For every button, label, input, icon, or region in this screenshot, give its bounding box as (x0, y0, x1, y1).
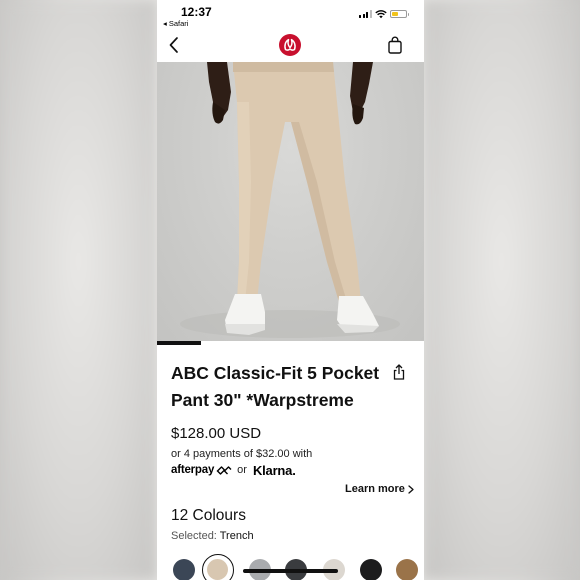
colour-swatch-brown[interactable] (396, 559, 418, 580)
or-text: or (237, 464, 247, 476)
background-blur-right (423, 0, 580, 580)
product-image[interactable] (157, 62, 424, 342)
wifi-icon (375, 10, 387, 19)
share-icon[interactable] (392, 364, 406, 380)
carousel-progress (157, 341, 424, 345)
afterpay-label: afterpay (171, 464, 215, 476)
chevron-right-icon (408, 484, 414, 494)
phone-screen: 12:37 ◂ Safari ABC Classic-Fit 5 Pocket … (157, 0, 424, 580)
learn-more-link[interactable]: Learn more (345, 483, 414, 495)
status-bar: 12:37 ◂ Safari (157, 0, 424, 30)
colour-swatch-black[interactable] (360, 559, 382, 580)
afterpay-arrows-icon (216, 465, 232, 475)
status-time: 12:37 (181, 5, 212, 19)
swatch-scroll-indicator (243, 569, 338, 573)
payment-options: afterpay or Klarna. (171, 462, 296, 478)
colour-swatches (157, 554, 424, 580)
colours-heading: 12 Colours (171, 507, 246, 524)
cellular-signal-icon (359, 10, 372, 18)
background-blur-left (0, 0, 157, 580)
chevron-left-icon[interactable] (167, 35, 181, 55)
afterpay-logo[interactable]: afterpay (171, 464, 232, 476)
battery-icon (390, 10, 409, 18)
learn-more-label: Learn more (345, 483, 405, 495)
selected-swatch-fill (207, 559, 228, 580)
lululemon-logo-icon[interactable] (279, 34, 301, 56)
back-to-safari-link[interactable]: ◂ Safari (163, 19, 188, 28)
installments-text: or 4 payments of $32.00 with (171, 448, 313, 460)
product-title: ABC Classic-Fit 5 Pocket Pant 30" *Warps… (171, 363, 380, 410)
selected-colour-value: Trench (219, 530, 254, 542)
klarna-logo[interactable]: Klarna. (253, 463, 296, 478)
nav-bar (157, 30, 424, 62)
colour-swatch-trench[interactable] (202, 554, 234, 580)
carousel-active-indicator (157, 341, 201, 345)
colour-swatch-navy[interactable] (173, 559, 195, 580)
selected-colour-label: Selected: (171, 530, 217, 542)
shopping-bag-icon[interactable] (387, 36, 403, 54)
product-price: $128.00 USD (171, 425, 262, 442)
selected-colour: Selected: Trench (171, 530, 254, 542)
model-wearing-pants-image (180, 62, 400, 338)
